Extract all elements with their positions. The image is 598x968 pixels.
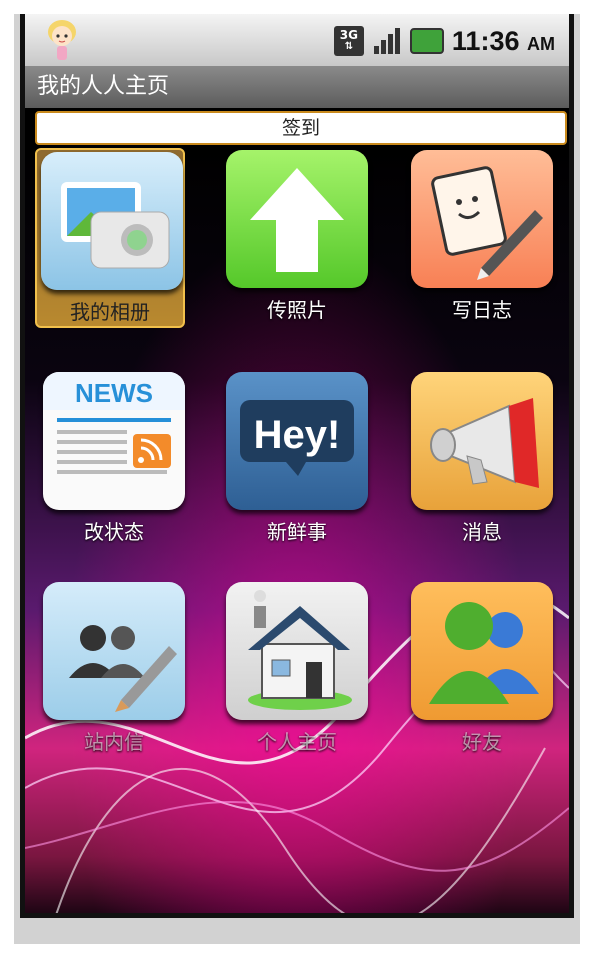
photo-album-icon [41,152,183,290]
clock-ampm: AM [527,33,555,54]
tile-change-status[interactable]: NEWS 改状态 [39,370,189,550]
megaphone-icon [411,372,553,510]
tile-write-diary[interactable]: 写日志 [407,148,557,328]
svg-text:NEWS: NEWS [75,378,153,408]
tile-upload-photo[interactable]: 传照片 [222,148,372,328]
notepad-pen-icon [411,150,553,288]
tile-label-homepage: 个人主页 [257,730,337,754]
tile-label-change-status: 改状态 [84,520,144,544]
upload-arrow-icon [226,150,368,288]
avatar-icon[interactable] [43,18,81,64]
house-icon [226,582,368,720]
network-type: 3G [339,28,358,42]
phone-screen: 3G ⇅ 11:36 AM 我的人人主页 签到 我的相册 传照片 写日志 NEW… [20,14,574,918]
tile-friends[interactable]: 好友 [407,580,557,760]
battery-icon [409,28,444,54]
clock: 11:36 AM [452,26,555,57]
news-feed-icon: NEWS [43,372,185,510]
page-title: 我的人人主页 [25,66,569,108]
tile-label-photo-album: 我的相册 [70,300,150,324]
tile-photo-album[interactable]: 我的相册 [35,148,185,328]
network-3g-icon: 3G ⇅ [333,26,364,56]
tile-homepage[interactable]: 个人主页 [222,580,372,760]
friends-icon [411,582,553,720]
signin-button[interactable]: 签到 [35,111,567,145]
tile-label-upload-photo: 传照片 [267,298,327,322]
home-grid: 我的相册 传照片 写日志 NEWS 改状态 Hey! 新鲜事 消息 站内信 个人… [25,148,569,913]
tile-label-write-diary: 写日志 [452,298,512,322]
people-pen-icon [43,582,185,720]
tile-messages[interactable]: 消息 [407,370,557,550]
tile-label-friends: 好友 [462,730,502,754]
tile-news-feed[interactable]: Hey! 新鲜事 [222,370,372,550]
tile-label-messages: 消息 [462,520,502,544]
clock-time: 11:36 [451,25,520,56]
tile-inbox[interactable]: 站内信 [39,580,189,760]
hey-speech-bubble-icon: Hey! [226,372,368,510]
signal-strength-icon [372,26,402,56]
status-bar: 3G ⇅ 11:36 AM [25,14,569,67]
tile-label-news-feed: 新鲜事 [267,520,327,544]
svg-text:Hey!: Hey! [254,413,341,457]
tile-label-inbox: 站内信 [84,730,144,754]
